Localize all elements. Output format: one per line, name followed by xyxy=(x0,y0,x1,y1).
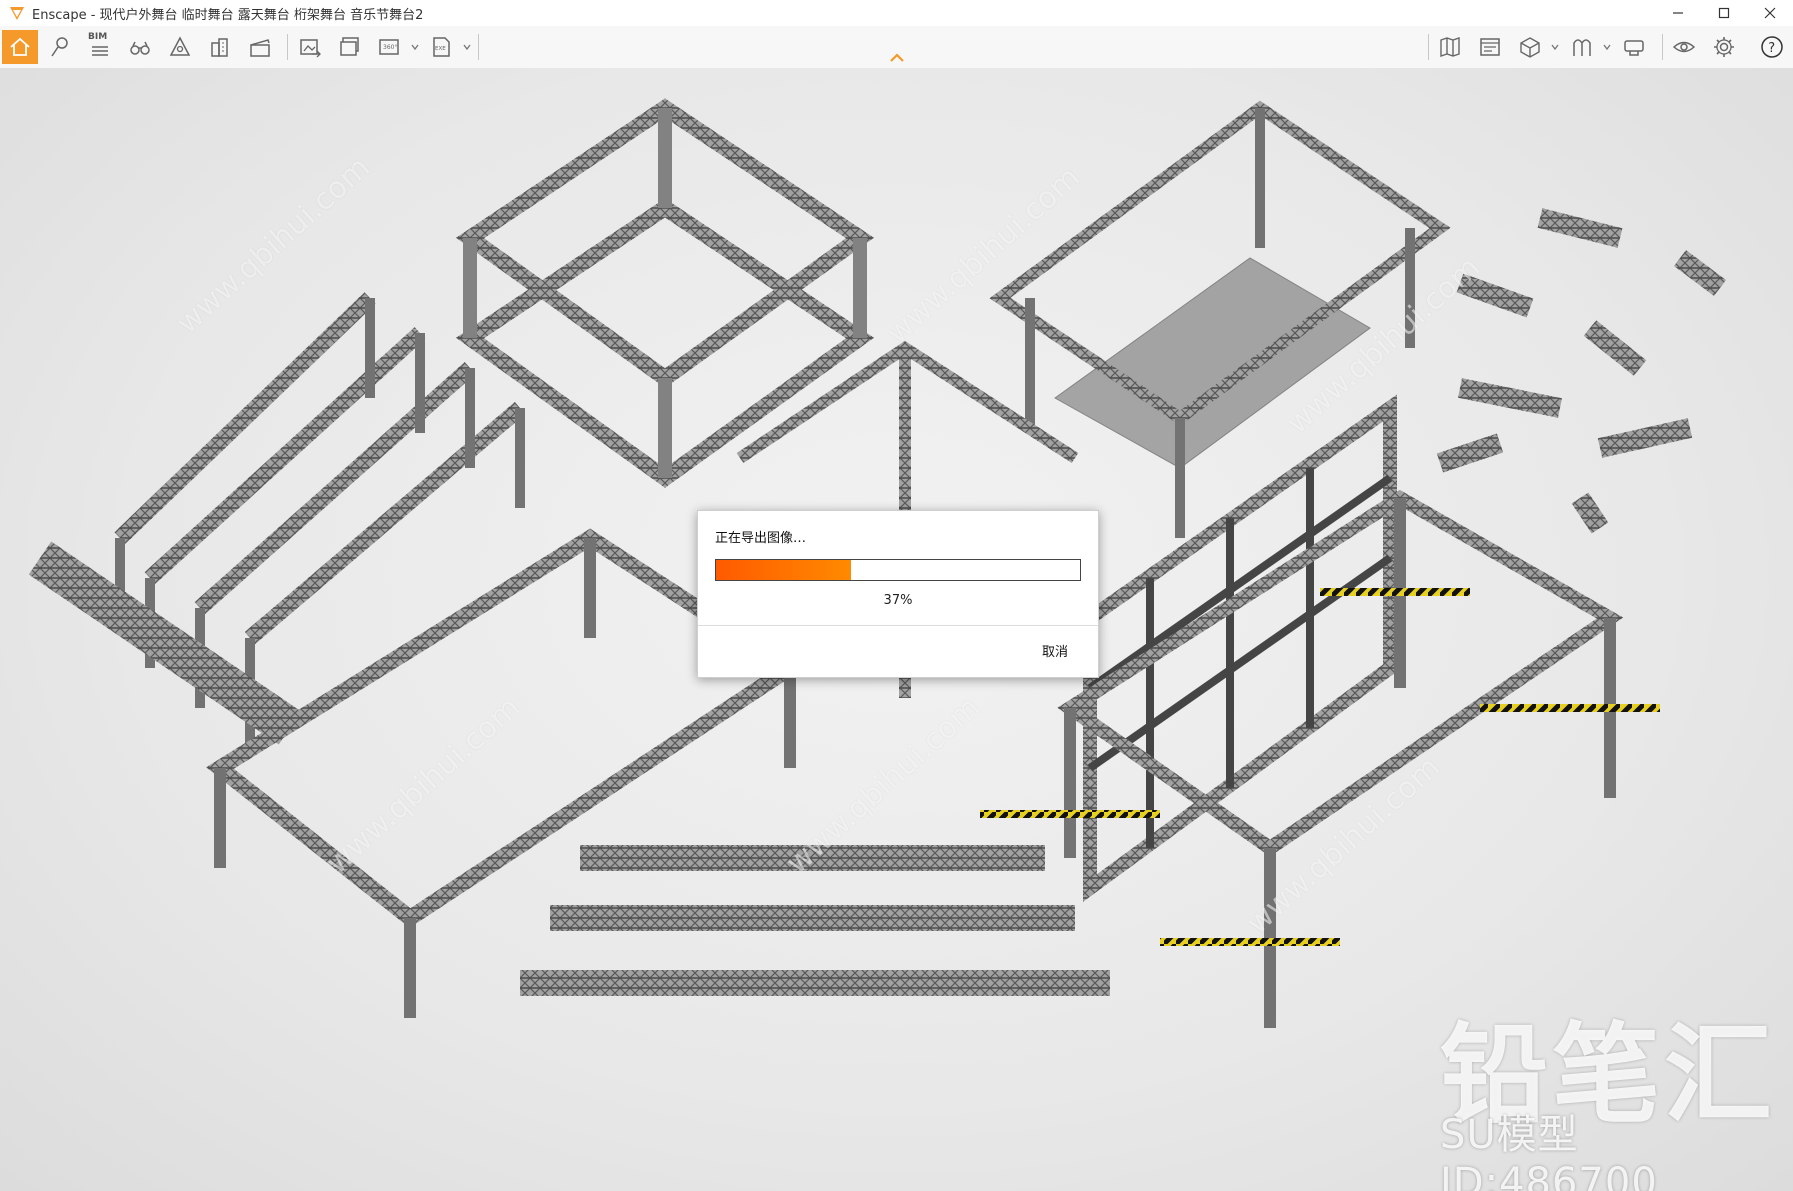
chevron-down-icon[interactable] xyxy=(1602,42,1612,52)
visual-settings-button[interactable] xyxy=(1666,30,1702,64)
vr-headset-icon xyxy=(1624,40,1644,56)
asset-library-icon xyxy=(169,36,191,56)
cancel-button[interactable]: 取消 xyxy=(1042,641,1068,660)
render-image-button[interactable] xyxy=(292,30,328,64)
svg-text:360°: 360° xyxy=(383,44,397,51)
export-progress-dialog: 正在导出图像… 37% 取消 xyxy=(697,510,1099,678)
toolbar-separator xyxy=(1428,34,1429,60)
cube-view-icon xyxy=(1520,37,1540,58)
map-icon xyxy=(1440,37,1460,57)
location-button[interactable] xyxy=(42,30,78,64)
chevron-down-icon[interactable] xyxy=(410,42,420,52)
collapse-toolbar-chevron-icon[interactable] xyxy=(888,51,906,63)
bim-list-icon xyxy=(92,46,108,56)
cube-view-button[interactable] xyxy=(1512,30,1548,64)
settings-button[interactable] xyxy=(1706,30,1742,64)
clapperboard-icon xyxy=(250,39,270,57)
dialog-divider xyxy=(698,625,1098,626)
title-bar: Enscape - 现代户外舞台 临时舞台 露天舞台 桁架舞台 音乐节舞台2 xyxy=(0,0,1793,26)
chevron-down-icon[interactable] xyxy=(462,42,472,52)
maximize-button[interactable] xyxy=(1701,0,1747,26)
toolbar-separator xyxy=(287,34,288,60)
ui-panel-button[interactable] xyxy=(1472,30,1508,64)
help-button[interactable]: ? xyxy=(1754,30,1790,64)
eye-icon xyxy=(1672,41,1696,53)
close-icon xyxy=(1764,7,1776,19)
batch-render-icon xyxy=(340,37,359,56)
views-button[interactable] xyxy=(122,30,158,64)
video-editor-button[interactable] xyxy=(242,30,278,64)
bim-button[interactable] xyxy=(82,30,118,64)
batch-render-button[interactable] xyxy=(332,30,368,64)
asset-library-button[interactable] xyxy=(162,30,198,64)
material-editor-icon xyxy=(1573,39,1591,56)
panorama-button[interactable]: 360° xyxy=(372,30,408,64)
gear-icon xyxy=(1714,37,1734,57)
progress-percentage: 37% xyxy=(883,593,913,608)
minimize-icon xyxy=(1673,12,1683,14)
export-progress-bar xyxy=(715,559,1081,581)
svg-text:?: ? xyxy=(1768,41,1775,56)
svg-text:EXE: EXE xyxy=(435,46,446,52)
home-button[interactable] xyxy=(2,30,38,64)
buildings-icon xyxy=(211,38,228,57)
vr-button[interactable] xyxy=(1616,30,1652,64)
export-progress-fill xyxy=(716,560,851,580)
export-exe-button[interactable]: EXE xyxy=(424,30,460,64)
home-icon xyxy=(10,37,30,56)
map-button[interactable] xyxy=(1432,30,1468,64)
close-button[interactable] xyxy=(1747,0,1793,26)
binoculars-icon xyxy=(130,41,150,55)
help-icon: ? xyxy=(1761,36,1783,58)
toolbar-separator xyxy=(478,34,479,60)
maximize-icon xyxy=(1718,7,1730,19)
material-editor-button[interactable] xyxy=(1564,30,1600,64)
ui-panel-icon xyxy=(1480,38,1500,56)
panorama-360-icon: 360° xyxy=(379,39,399,55)
site-context-button[interactable] xyxy=(202,30,238,64)
window-title: Enscape - 现代户外舞台 临时舞台 露天舞台 桁架舞台 音乐节舞台2 xyxy=(32,7,424,23)
minimize-button[interactable] xyxy=(1655,0,1701,26)
export-exe-icon: EXE xyxy=(433,37,450,57)
dialog-title: 正在导出图像… xyxy=(715,531,807,546)
enscape-logo-icon xyxy=(10,7,24,20)
toolbar-separator xyxy=(1662,34,1663,60)
chevron-down-icon[interactable] xyxy=(1550,42,1560,52)
export-image-icon xyxy=(300,39,321,58)
location-pin-icon xyxy=(51,37,68,57)
